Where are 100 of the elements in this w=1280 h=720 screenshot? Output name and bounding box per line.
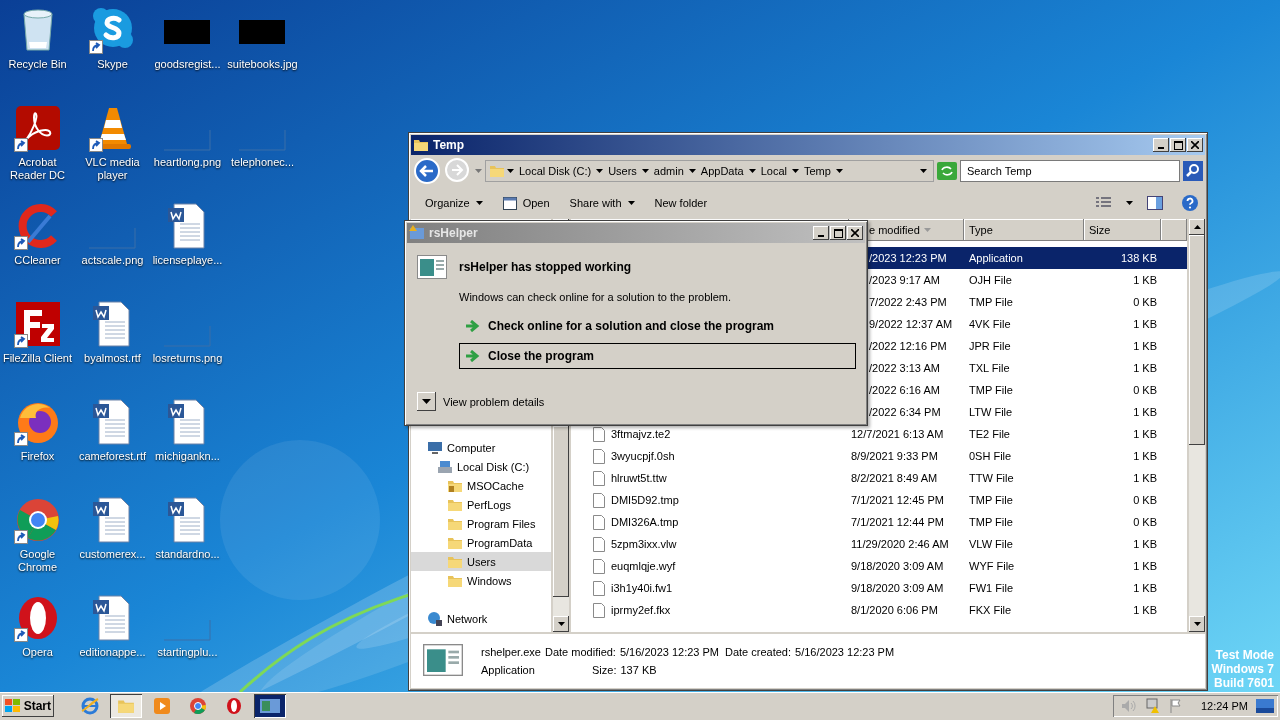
down-arrow-icon <box>422 399 431 404</box>
back-button[interactable] <box>413 157 441 185</box>
expand-button[interactable] <box>417 392 436 411</box>
preview-pane-button[interactable] <box>1147 196 1163 210</box>
caret-icon <box>688 169 696 173</box>
command-link[interactable]: Close the program <box>459 343 856 369</box>
nav-item[interactable]: Network <box>411 609 551 628</box>
caret-icon <box>920 169 927 173</box>
minimize-button[interactable] <box>1153 138 1169 152</box>
desktop-icon-label: Skype <box>97 58 128 71</box>
breadcrumb[interactable]: AppData <box>697 165 747 177</box>
history-dropdown-button[interactable] <box>475 169 482 173</box>
taskbar-button[interactable] <box>110 694 142 718</box>
breadcrumb[interactable]: Local <box>757 165 790 177</box>
column-header[interactable]: Type <box>964 219 1084 241</box>
app-window-icon <box>259 697 281 715</box>
scroll-down-button[interactable] <box>1189 616 1205 632</box>
file-row[interactable]: DMI5D92.tmp 7/1/2021 12:45 PM TMP File 0 KB <box>571 489 1187 511</box>
close-button[interactable] <box>847 226 863 240</box>
desktop-icon-label: suitebooks.jpg <box>227 58 298 71</box>
caret-icon <box>507 169 514 173</box>
scroll-down-button[interactable] <box>553 616 569 632</box>
maximize-button[interactable] <box>1170 138 1186 152</box>
scrollbar-thumb[interactable] <box>553 425 569 597</box>
breadcrumb[interactable]: Local Disk (C:) <box>516 165 595 177</box>
details-toggle-label: View problem details <box>443 395 545 408</box>
address-bar[interactable]: Local Disk (C:) Users admin AppData Local Temp <box>485 160 934 182</box>
file-row[interactable]: hlruwt5t.ttw 8/2/2021 8:49 AM TTW File 1 KB <box>571 467 1187 489</box>
nav-item[interactable]: Program Files <box>411 514 551 533</box>
toolbar-button[interactable]: New folder <box>646 195 716 211</box>
field-label: Date modified: <box>545 646 616 658</box>
command-link[interactable]: Check online for a solution and close the program <box>459 313 856 339</box>
file-row[interactable]: 5zpm3ixx.vlw 11/29/2020 2:46 AM VLW File 1 KB <box>571 533 1187 555</box>
toolbar-button[interactable]: Organize <box>417 195 491 211</box>
breadcrumb[interactable]: Users <box>605 165 640 177</box>
file-row[interactable]: 3wyucpjf.0sh 8/9/2021 9:33 PM 0SH File 1 KB <box>571 445 1187 467</box>
test-mode-notice: Test Mode <box>1215 648 1274 662</box>
desktop-icon-label: customerex... <box>79 548 146 561</box>
field-label: Size: <box>592 664 617 676</box>
desktop-icon-label: cameforest.rtf <box>78 450 147 463</box>
scroll-up-button[interactable] <box>1189 219 1205 235</box>
search-button[interactable] <box>1183 161 1203 181</box>
breadcrumb[interactable]: admin <box>650 165 687 177</box>
nav-item[interactable]: MSOCache <box>411 476 551 495</box>
drive-icon <box>437 458 453 475</box>
flag-icon[interactable] <box>1168 698 1183 714</box>
file-row[interactable]: i3h1y40i.fw1 9/18/2020 3:09 AM FW1 File 1 KB <box>571 577 1187 599</box>
breadcrumb[interactable]: Temp <box>800 165 834 177</box>
desktop-icon <box>1256 699 1274 713</box>
scrollbar-thumb[interactable] <box>1189 235 1205 445</box>
nav-item[interactable]: Windows <box>411 571 551 590</box>
minimize-button[interactable] <box>813 226 829 240</box>
nav-item[interactable]: PerfLogs <box>411 495 551 514</box>
column-header[interactable] <box>1161 219 1187 241</box>
caret-icon <box>835 169 843 173</box>
refresh-button[interactable] <box>937 162 957 180</box>
desktop-icon-label: byalmost.rtf <box>84 352 141 365</box>
file-row[interactable]: euqmlqje.wyf 9/18/2020 3:09 AM WYF File 1 KB <box>571 555 1187 577</box>
test-mode-notice: Build 7601 <box>1213 676 1274 690</box>
window-title: Temp <box>433 138 466 152</box>
caret-icon <box>475 201 483 205</box>
toolbar-button[interactable]: Open <box>494 194 558 212</box>
field-label: Date created: <box>725 646 792 658</box>
media-player-icon <box>153 697 171 715</box>
views-dropdown-button[interactable] <box>1126 201 1133 205</box>
file-row[interactable]: DMI326A.tmp 7/1/2021 12:44 PM TMP File 0 KB <box>571 511 1187 533</box>
start-button[interactable]: Start <box>2 695 54 717</box>
browser-icon <box>189 697 207 715</box>
desktop-icon-label: FileZilla Client <box>2 352 73 365</box>
file-icon <box>593 470 605 486</box>
desktop-icon-label: losreturns.png <box>152 352 223 365</box>
file-row[interactable]: iprmy2ef.fkx 8/1/2020 6:06 PM FKX File 1 KB <box>571 599 1187 621</box>
field-value: 137 KB <box>620 664 657 676</box>
up-arrow-icon <box>1193 225 1201 229</box>
file-icon <box>593 492 605 508</box>
desktop-icon-label: Opera <box>22 646 53 659</box>
nav-item[interactable]: Computer <box>411 438 551 457</box>
column-header[interactable]: Size <box>1084 219 1161 241</box>
folder-icon <box>489 163 505 179</box>
caret-icon <box>791 169 799 173</box>
nav-item[interactable]: ProgramData <box>411 533 551 552</box>
windows-logo-icon <box>5 699 21 713</box>
search-field[interactable]: Search Temp <box>960 160 1180 182</box>
desktop-icon-label: standardno... <box>155 548 220 561</box>
caret-icon <box>1126 201 1133 205</box>
close-button[interactable] <box>1187 138 1203 152</box>
toolbar-button[interactable]: Share with <box>561 195 643 211</box>
views-button[interactable] <box>1096 197 1112 209</box>
dialog-message: Windows can check online for a solution to the problem. <box>459 291 733 303</box>
desktop-icon-label: startingplu... <box>157 646 218 659</box>
file-icon <box>593 558 605 574</box>
nav-item[interactable]: Users <box>411 552 551 571</box>
help-button[interactable] <box>1181 194 1199 212</box>
nav-item[interactable]: Local Disk (C:) <box>411 457 551 476</box>
taskbar-button[interactable] <box>254 694 286 718</box>
field-value: 5/16/2023 12:23 PM <box>795 646 895 658</box>
application-icon <box>423 643 463 677</box>
file-row[interactable]: 3ftmajvz.te2 12/7/2021 6:13 AM TE2 File 1 KB <box>571 423 1187 445</box>
desktop-icon-label: Google Chrome <box>16 548 59 574</box>
maximize-button[interactable] <box>830 226 846 240</box>
